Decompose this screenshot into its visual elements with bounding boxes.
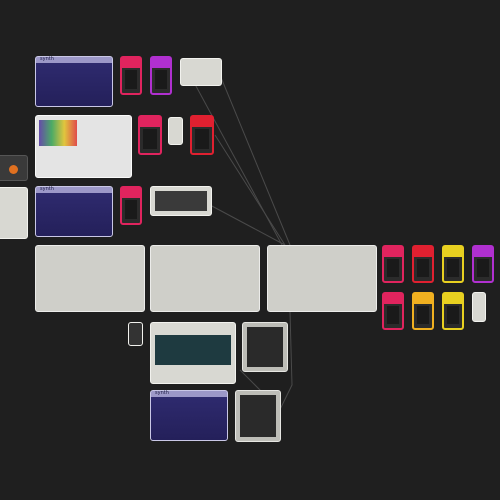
effect-pedal[interactable]: [412, 245, 434, 283]
effect-pedal[interactable]: [150, 56, 172, 95]
utility-module[interactable]: [180, 58, 222, 86]
spectral-synth-module[interactable]: [35, 115, 132, 178]
effect-pedal[interactable]: [382, 292, 404, 330]
partial-device-left-bottom[interactable]: [0, 187, 28, 239]
scope-module[interactable]: [242, 322, 288, 372]
effect-pedal[interactable]: [442, 292, 464, 330]
synth-label: synth: [40, 186, 54, 192]
sequencer-display: [155, 335, 231, 365]
spectrum-display: [39, 120, 77, 146]
waveform-display: [155, 191, 207, 211]
rack-workspace[interactable]: synth synth synth: [0, 0, 500, 500]
effect-pedal[interactable]: [190, 115, 214, 155]
synth-module[interactable]: synth: [150, 390, 228, 441]
utility-module[interactable]: [168, 117, 183, 145]
effect-pedal[interactable]: [138, 115, 162, 155]
scope-module[interactable]: [235, 390, 281, 442]
small-utility-module[interactable]: [128, 322, 143, 346]
knob-icon[interactable]: [9, 165, 18, 174]
effect-pedal[interactable]: [382, 245, 404, 283]
mixer-module[interactable]: [35, 245, 145, 312]
synth-module[interactable]: synth: [35, 186, 113, 237]
synth-label: synth: [155, 390, 169, 396]
mixer-module[interactable]: [150, 245, 260, 312]
sequencer-module[interactable]: [150, 322, 236, 384]
effect-pedal[interactable]: [120, 56, 142, 95]
effect-pedal[interactable]: [412, 292, 434, 330]
effect-pedal[interactable]: [120, 186, 142, 225]
partial-device-left-top[interactable]: [0, 155, 28, 181]
effect-pedal[interactable]: [442, 245, 464, 283]
effect-pedal[interactable]: [472, 245, 494, 283]
utility-module[interactable]: [150, 186, 212, 216]
mixer-module[interactable]: [267, 245, 377, 312]
synth-label: synth: [40, 56, 54, 62]
synth-module[interactable]: synth: [35, 56, 113, 107]
utility-module[interactable]: [472, 292, 486, 322]
